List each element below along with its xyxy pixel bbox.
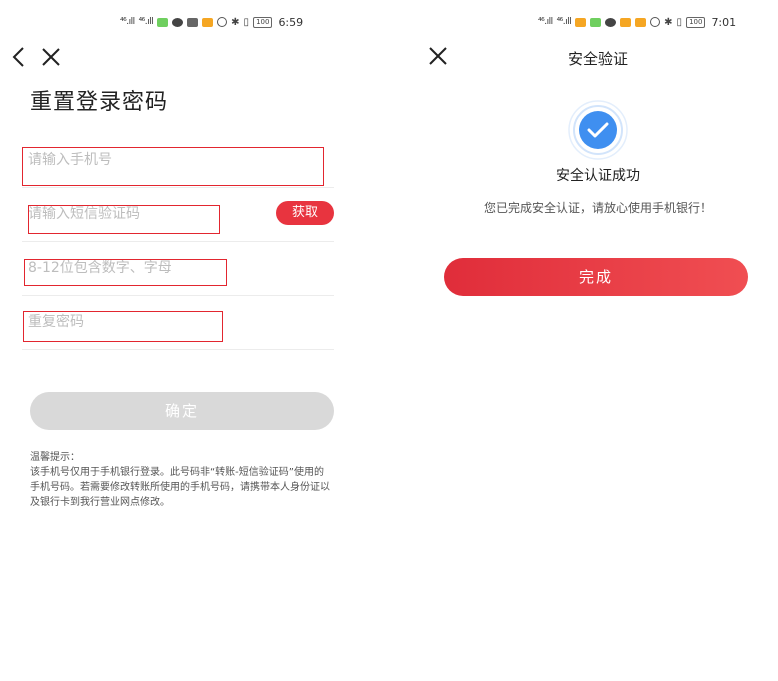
notification-icon: [590, 17, 602, 27]
battery-icon: 100: [253, 16, 273, 28]
confirm-button[interactable]: 确定: [30, 392, 334, 430]
status-bar: ⁴⁶.ıll ⁴⁶.ıll ✱ ▯ 100 7:01: [538, 14, 736, 30]
gallery-icon: [187, 17, 199, 27]
chat-icon: [605, 17, 617, 27]
tips-title: 温馨提示：: [30, 452, 80, 463]
status-time: 7:01: [711, 15, 737, 29]
close-icon[interactable]: [40, 46, 62, 68]
phone-input[interactable]: [22, 133, 334, 187]
phone-field: [22, 133, 334, 188]
password-field: [22, 241, 334, 296]
page-title: 安全验证: [567, 50, 628, 68]
reset-password-screen: ⁴⁶.ıll ⁴⁶.ıll ✱ ▯ 100 6:59 重置登录密码 获取 确定 …: [0, 0, 360, 681]
bluetooth-icon: ✱: [664, 16, 673, 28]
password-input[interactable]: [22, 241, 334, 295]
eye-icon: [217, 17, 228, 27]
chat-icon: [172, 17, 184, 27]
get-code-button[interactable]: 获取: [276, 201, 334, 225]
tips-body: 该手机号仅用于手机银行登录。此号码非“转账-短信验证码”使用的手机号码。若需要修…: [30, 467, 330, 508]
signal-icon: ⁴⁶.ıll: [138, 17, 154, 27]
signal-icon: ⁴⁶.ıll: [538, 17, 553, 27]
success-description: 您已完成安全认证，请放心使用手机银行！: [483, 201, 712, 215]
signal-icon: ⁴⁶.ıll: [556, 17, 572, 27]
success-title: 安全认证成功: [556, 168, 640, 184]
weibo-icon: [620, 17, 632, 27]
back-icon[interactable]: [10, 46, 28, 68]
security-verification-screen: ⁴⁶.ıll ⁴⁶.ıll ✱ ▯ 100 7:01 安全验证 安全认证成功 您…: [418, 0, 778, 681]
vibrate-icon: ▯: [243, 16, 250, 28]
repeat-password-field: [22, 295, 334, 350]
bluetooth-icon: ✱: [231, 16, 240, 28]
weibo-icon: [635, 17, 647, 27]
status-bar: ⁴⁶.ıll ⁴⁶.ıll ✱ ▯ 100 6:59: [120, 14, 303, 30]
status-time: 6:59: [278, 15, 304, 29]
page-title: 重置登录密码: [30, 90, 169, 115]
eye-icon: [650, 17, 661, 27]
repeat-password-input[interactable]: [22, 295, 334, 349]
weibo-icon: [575, 17, 587, 27]
sms-code-field: 获取: [22, 187, 334, 242]
signal-icon: ⁴⁶.ıll: [120, 17, 135, 27]
battery-icon: 100: [686, 16, 706, 28]
sms-code-input[interactable]: [22, 187, 262, 241]
check-circle-icon: [568, 100, 628, 160]
done-button[interactable]: 完成: [444, 258, 748, 296]
weibo-icon: [202, 17, 214, 27]
vibrate-icon: ▯: [676, 16, 683, 28]
warm-tips: 温馨提示： 该手机号仅用于手机银行登录。此号码非“转账-短信验证码”使用的手机号…: [30, 450, 332, 510]
notification-icon: [157, 17, 169, 27]
